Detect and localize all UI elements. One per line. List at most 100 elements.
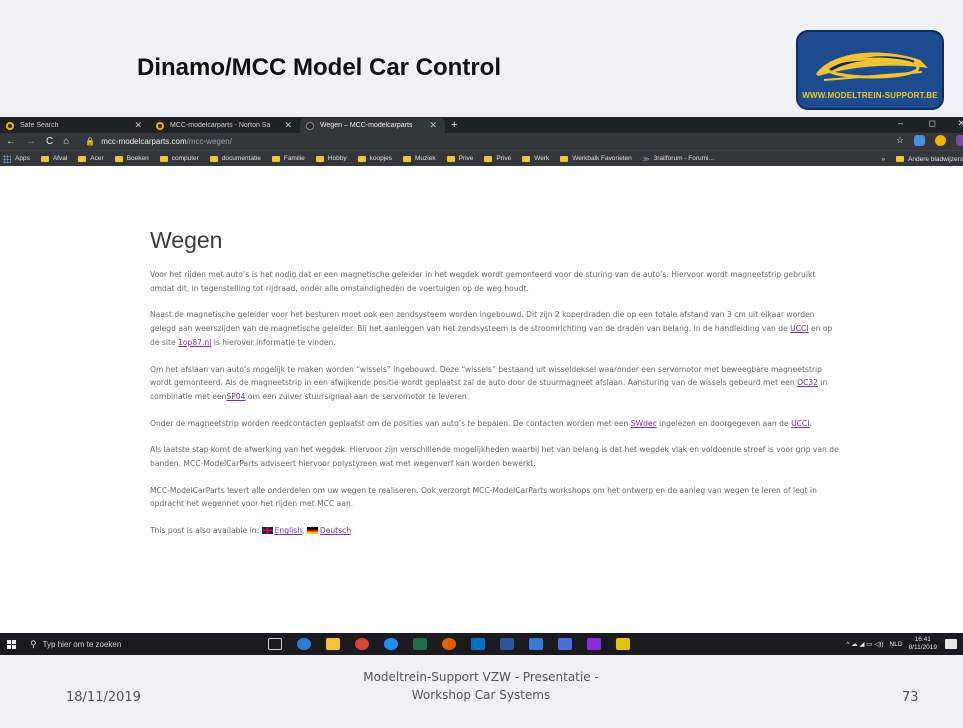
maximize-button[interactable]: ◻ [929,118,936,129]
bookmark-folder[interactable]: Afval [40,155,68,162]
bookmark-folder[interactable]: Werk [522,155,549,162]
bookmark-label: computer [171,155,199,162]
ucci-link[interactable]: UCCI [791,419,809,428]
text: . [809,418,812,428]
paragraph: Voor het rijden met auto’s is het nodig … [150,270,816,293]
extension-icon[interactable] [914,135,925,146]
bookmark-folder[interactable]: Prive [446,155,473,162]
close-icon[interactable]: ✕ [284,120,292,131]
logo: WWW.MODELTREIN-SUPPORT.BE [796,30,944,110]
tab-mcc-norton[interactable]: MCC-modelcarparts - Norton Sa ✕ [150,118,300,133]
bookmark-label: Werk [534,155,550,162]
german-flag-icon [306,527,318,535]
folder-icon [484,155,493,162]
chrome-icon[interactable] [355,638,369,650]
taskbar-search[interactable]: ⚲ Typ hier om te zoeken [22,633,250,655]
task-view-icon[interactable] [268,638,282,650]
bookmark-folder[interactable]: Acer [78,155,104,162]
paragraph: Naast de magnetische geleider voor het b… [150,308,840,349]
folder-icon [446,155,455,162]
tab-label: MCC-modelcarparts - Norton Sa [170,122,271,129]
bookmark-forum[interactable]: ≫ 3railforum - Forumi... [643,155,714,163]
system-tray: ^ ☁ ◢ ▭ ◁)) NLD 16:41 8/11/2019 [846,633,963,655]
reload-button[interactable]: C [46,136,53,147]
norton-extension-icon[interactable] [935,135,946,146]
bookmark-label: Werkbalk Favorieten [572,155,632,162]
bookmark-folder[interactable]: computer [159,155,199,162]
ucci-link[interactable]: UCCI [790,324,808,333]
app-icon[interactable] [587,638,601,650]
bookmark-folder[interactable]: Boeken [114,155,149,162]
bookmark-folder[interactable]: Hobby [315,155,347,162]
sp04-link[interactable]: SP04 [226,392,245,401]
norton-icon [156,121,164,130]
tab-label: Wegen – MCC-modelcarparts [320,122,413,129]
1op87-link[interactable]: 1op87.nl [178,338,211,347]
deutsch-link[interactable]: Deutsch [320,526,351,535]
start-button[interactable] [0,633,22,655]
close-window-button[interactable]: ✕ [957,118,963,129]
word-icon[interactable] [500,638,514,650]
bookmark-label: koopjes [369,155,392,162]
oc32-link[interactable]: OC32 [797,378,818,387]
app-icon[interactable] [616,638,630,650]
star-icon[interactable]: ☆ [896,135,904,146]
excel-icon[interactable] [413,638,427,650]
close-icon[interactable]: ✕ [134,120,142,131]
notification-icon[interactable] [945,639,957,649]
firefox-icon[interactable] [442,638,456,650]
home-button[interactable]: ⌂ [63,136,69,147]
outlook-icon[interactable] [471,638,485,650]
profile-icon[interactable] [956,135,963,146]
bookmark-label: Familie [283,155,305,162]
bookmarks-more-button[interactable]: » [881,156,885,163]
snipping-tool-icon[interactable] [558,638,572,650]
bookmark-folder[interactable]: Werkbalk Favorieten [560,155,632,162]
bookmarks-overflow: » Andere bladwijzers [875,151,963,166]
bookmark-label: Hobby [327,155,347,162]
calculator-icon[interactable] [529,638,543,650]
bookmark-folder[interactable]: Familie [271,155,305,162]
tab-strip: Safe Search ✕ MCC-modelcarparts - Norton… [0,117,963,133]
address-bar[interactable]: mcc-modelcarparts.com/mcc-wegen/ [101,137,232,146]
tray-icons[interactable]: ^ ☁ ◢ ▭ ◁)) [846,640,883,648]
bookmark-folder[interactable]: koopjes [357,155,392,162]
swdec-link[interactable]: SWdec [631,419,657,428]
search-placeholder: Typ hier om te zoeken [42,639,122,649]
url-path: /mcc-wegen/ [186,137,232,146]
folder-icon [114,155,123,162]
forward-button[interactable]: → [26,136,36,147]
page-content: Wegen Voor het rijden met auto’s is het … [150,227,840,551]
bookmark-label: Andere bladwijzers [908,155,963,163]
back-button[interactable]: ← [6,136,16,147]
close-icon[interactable]: ✕ [429,120,437,131]
folder-icon [78,155,87,162]
tab-wegen[interactable]: Wegen – MCC-modelcarparts ✕ [300,118,445,133]
folder-icon [896,156,905,162]
uk-flag-icon [261,527,273,535]
file-explorer-icon[interactable] [326,638,340,650]
internet-explorer-icon[interactable] [384,638,398,650]
other-bookmarks[interactable]: Andere bladwijzers [896,156,963,163]
new-tab-button[interactable]: + [451,118,457,133]
bookmark-apps[interactable]: Apps [3,154,30,163]
paragraph: MCC-ModelCarParts levert alle onderdelen… [150,485,817,509]
minimize-button[interactable]: – [898,118,903,128]
bookmark-folder[interactable]: Privé [484,155,511,162]
bookmark-folder[interactable]: Muziek [403,155,436,162]
clock[interactable]: 16:41 8/11/2019 [909,636,937,652]
bookmark-label: Boeken [126,155,149,162]
edge-icon[interactable] [297,638,311,650]
norton-icon [6,121,14,130]
slide-title: Dinamo/MCC Model Car Control [137,54,501,81]
folder-icon [522,155,531,162]
bookmark-folder[interactable]: documentatie [209,155,261,162]
english-link[interactable]: English [275,526,302,535]
bookmarks-bar: Apps Afval Acer Boeken computer document… [0,150,963,166]
text: om een zuiver stuursignaal aan de servom… [245,391,470,401]
language-indicator[interactable]: NLD [890,641,903,648]
site-favicon-icon [306,121,314,130]
tab-safe-search[interactable]: Safe Search ✕ [0,118,150,133]
bookmark-label: Afval [52,155,68,162]
text: is hierover informatie te vinden. [211,337,336,347]
